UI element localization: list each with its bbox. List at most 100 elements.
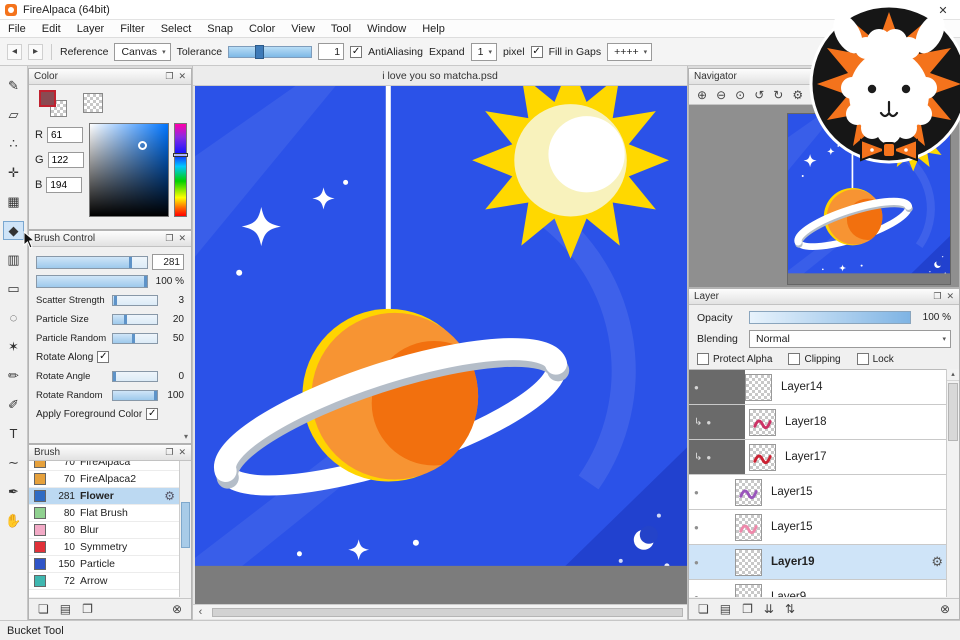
color-panel-header[interactable]: Color ❐ ✕	[29, 69, 191, 85]
hue-bar-marker[interactable]	[173, 153, 188, 157]
param-slider[interactable]	[112, 314, 158, 325]
brush-panel-header[interactable]: Brush ❐ ✕	[29, 445, 191, 461]
close-panel-icon[interactable]: ✕	[178, 71, 186, 82]
brush-list-scrollbar[interactable]	[179, 461, 191, 597]
brush-item[interactable]: 70 FireAlpaca	[29, 461, 179, 471]
zoom-reset-icon[interactable]: ⊙	[735, 88, 745, 102]
eraser-tool[interactable]: ▱	[3, 105, 24, 124]
new-folder-button[interactable]: ▤	[720, 603, 731, 615]
transparent-color-swatch[interactable]	[83, 93, 103, 113]
layer-visibility-icon[interactable]: ●	[694, 593, 699, 598]
magic-wand-tool[interactable]: ✶	[3, 337, 24, 356]
gradient-tool[interactable]: ▥	[3, 250, 24, 269]
layer-visibility-icon[interactable]: ●	[694, 488, 699, 497]
tolerance-value[interactable]: 1	[318, 43, 344, 60]
expand-dropdown[interactable]: 1 ▾	[471, 43, 497, 61]
scroll-left-icon[interactable]: ‹	[193, 606, 208, 618]
clipping-checkbox[interactable]	[788, 353, 800, 365]
canvas-artwork[interactable]	[195, 86, 687, 604]
collapse-left-button[interactable]: ◂	[7, 44, 22, 60]
saturation-value-picker[interactable]	[89, 123, 169, 217]
menu-item[interactable]: Edit	[34, 20, 69, 37]
param-slider[interactable]	[112, 371, 158, 382]
merge-down-button[interactable]: ⇊	[764, 603, 774, 615]
float-panel-icon[interactable]: ❐	[165, 71, 173, 82]
float-panel-icon[interactable]: ❐	[165, 447, 173, 458]
close-panel-icon[interactable]: ✕	[946, 291, 954, 302]
pen-tool[interactable]: ✎	[3, 76, 24, 95]
move-tool[interactable]: ✛	[3, 163, 24, 182]
param-slider[interactable]	[112, 295, 158, 306]
menu-item[interactable]: Snap	[199, 20, 241, 37]
close-window-button[interactable]: ✕	[934, 2, 952, 18]
layer-visibility-icon[interactable]: ●	[694, 558, 699, 567]
lasso-tool[interactable]: ◌	[3, 308, 24, 327]
title-bar[interactable]: FireAlpaca (64bit)	[0, 0, 960, 20]
close-panel-icon[interactable]: ✕	[946, 71, 954, 82]
new-brush-folder-button[interactable]: ▤	[60, 603, 71, 615]
delete-layer-button[interactable]: ⊗	[940, 603, 950, 615]
brush-item[interactable]: 80 Blur	[29, 522, 179, 539]
brush-item[interactable]: 72 Arrow	[29, 573, 179, 590]
layer-row[interactable]: ● Layer9	[689, 580, 959, 597]
apply-foreground-color-checkbox[interactable]: ✓	[146, 408, 158, 420]
layer-panel-header[interactable]: Layer ❐ ✕	[689, 289, 959, 305]
layer-thumbnail[interactable]	[735, 549, 762, 576]
brush-item[interactable]: 150 Particle	[29, 556, 179, 573]
stroke-style-dropdown[interactable]: ++++ ▾	[607, 43, 652, 61]
rotate-left-icon[interactable]: ↺	[754, 88, 764, 102]
layer-visibility-icon[interactable]: ●	[706, 418, 711, 427]
collapse-right-button[interactable]: ▸	[28, 44, 43, 60]
menu-item[interactable]: Window	[359, 20, 414, 37]
new-layer-button[interactable]: ❏	[698, 603, 709, 615]
scroll-down-icon[interactable]: ▾	[184, 432, 188, 441]
layer-thumbnail[interactable]	[749, 409, 776, 436]
brush-opacity-slider[interactable]	[36, 275, 148, 288]
select-tool[interactable]: ▭	[3, 279, 24, 298]
menu-item[interactable]: View	[283, 20, 323, 37]
brush-control-header[interactable]: Brush Control ❐ ✕	[29, 231, 191, 247]
blending-dropdown[interactable]: Normal ▾	[749, 330, 951, 348]
brush-item[interactable]: 70 FireAlpaca2	[29, 471, 179, 488]
layer-thumbnail[interactable]	[735, 514, 762, 541]
brush-item[interactable]: 80 Flat Brush	[29, 505, 179, 522]
menu-item[interactable]: Tool	[323, 20, 359, 37]
rotate-right-icon[interactable]: ↻	[773, 88, 783, 102]
layer-opacity-slider[interactable]	[749, 311, 911, 324]
layer-thumbnail[interactable]	[735, 479, 762, 506]
hue-bar[interactable]	[174, 123, 187, 217]
bucket-tool[interactable]: ◆	[3, 221, 24, 240]
layer-row[interactable]: ● Layer15	[689, 510, 959, 545]
param-slider[interactable]	[112, 390, 158, 401]
scroll-up-icon[interactable]: ▴	[947, 369, 959, 381]
antialiasing-checkbox[interactable]: ✓	[350, 46, 362, 58]
menu-item[interactable]: Select	[153, 20, 200, 37]
eyedropper-tool[interactable]: ✒	[3, 482, 24, 501]
brush-settings-gear-icon[interactable]: ⚙	[164, 489, 175, 503]
new-brush-button[interactable]: ❏	[38, 603, 49, 615]
duplicate-layer-button[interactable]: ❐	[742, 603, 753, 615]
blue-value-input[interactable]	[46, 177, 82, 193]
menu-item[interactable]: Filter	[112, 20, 152, 37]
navigator-thumbnail[interactable]	[787, 113, 951, 285]
sv-picker-marker[interactable]	[138, 141, 147, 150]
reference-dropdown[interactable]: Canvas ▾	[114, 43, 170, 61]
float-panel-icon[interactable]: ❐	[165, 233, 173, 244]
menu-item[interactable]: Color	[241, 20, 283, 37]
select-eraser-tool[interactable]: ✐	[3, 395, 24, 414]
brush-size-value[interactable]: 281	[152, 254, 184, 270]
close-panel-icon[interactable]: ✕	[178, 233, 186, 244]
menu-item[interactable]: Layer	[69, 20, 113, 37]
brush-size-slider[interactable]	[36, 256, 148, 269]
green-value-input[interactable]	[48, 152, 84, 168]
scrollbar-thumb[interactable]	[212, 608, 683, 617]
menu-item[interactable]: Help	[414, 20, 453, 37]
layer-row[interactable]: ● Layer19 ⚙	[689, 545, 959, 580]
close-panel-icon[interactable]: ✕	[178, 447, 186, 458]
layer-visibility-icon[interactable]: ●	[694, 523, 699, 532]
layer-settings-gear-icon[interactable]: ⚙	[931, 554, 943, 570]
scrollbar-thumb[interactable]	[948, 383, 958, 441]
float-panel-icon[interactable]: ❐	[933, 71, 941, 82]
layer-thumbnail[interactable]	[735, 584, 762, 598]
duplicate-brush-button[interactable]: ❐	[82, 603, 93, 615]
